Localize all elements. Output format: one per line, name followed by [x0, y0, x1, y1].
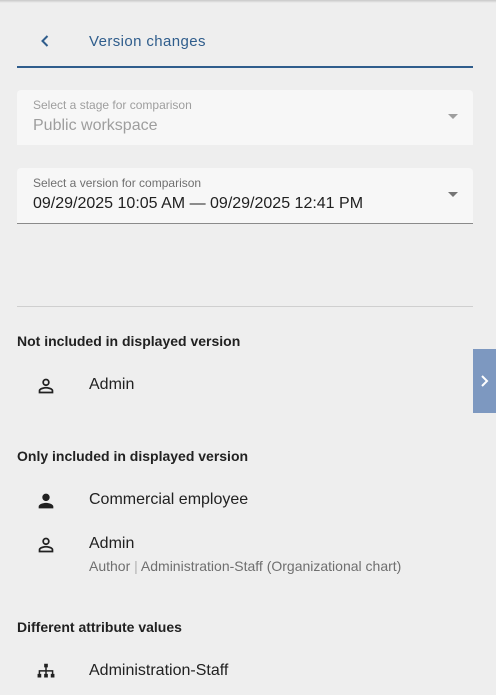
chevron-left-icon	[41, 35, 49, 47]
chevron-right-icon	[481, 375, 489, 387]
item-relation: Author | Administration-Staff (Organizat…	[89, 558, 401, 574]
version-select-value: 09/29/2025 10:05 AM — 09/29/2025 12:41 P…	[33, 195, 364, 212]
person-outline-icon	[35, 375, 57, 397]
section-title-only-included: Only included in displayed version	[17, 448, 249, 464]
item-label: Admin	[89, 376, 135, 393]
person-outline-icon	[35, 534, 57, 556]
person-filled-icon	[35, 490, 57, 512]
version-select[interactable]: Select a version for comparison 09/29/20…	[17, 168, 473, 224]
dropdown-arrow-icon	[448, 114, 458, 119]
top-shadow	[0, 0, 496, 3]
item-label: Commercial employee	[89, 491, 249, 508]
version-select-label: Select a version for comparison	[33, 176, 202, 190]
stage-select[interactable]: Select a stage for comparison Public wor…	[17, 90, 473, 145]
divider	[17, 306, 473, 307]
stage-select-value: Public workspace	[33, 117, 158, 134]
section-title-not-included: Not included in displayed version	[17, 333, 241, 349]
item-label: Administration-Staff	[89, 662, 229, 679]
dropdown-arrow-icon	[448, 192, 458, 197]
relation-separator: |	[134, 558, 138, 574]
expand-panel-button[interactable]	[473, 349, 496, 413]
panel-header: Version changes	[17, 24, 473, 68]
page-title: Version changes	[89, 33, 206, 50]
back-button[interactable]	[35, 31, 55, 51]
section-title-different-attributes: Different attribute values	[17, 619, 182, 635]
org-chart-icon	[35, 661, 57, 683]
relation-role: Author	[89, 558, 131, 574]
relation-target: Administration-Staff (Organizational cha…	[140, 558, 402, 574]
item-label: Admin	[89, 535, 135, 552]
stage-select-label: Select a stage for comparison	[33, 98, 192, 112]
